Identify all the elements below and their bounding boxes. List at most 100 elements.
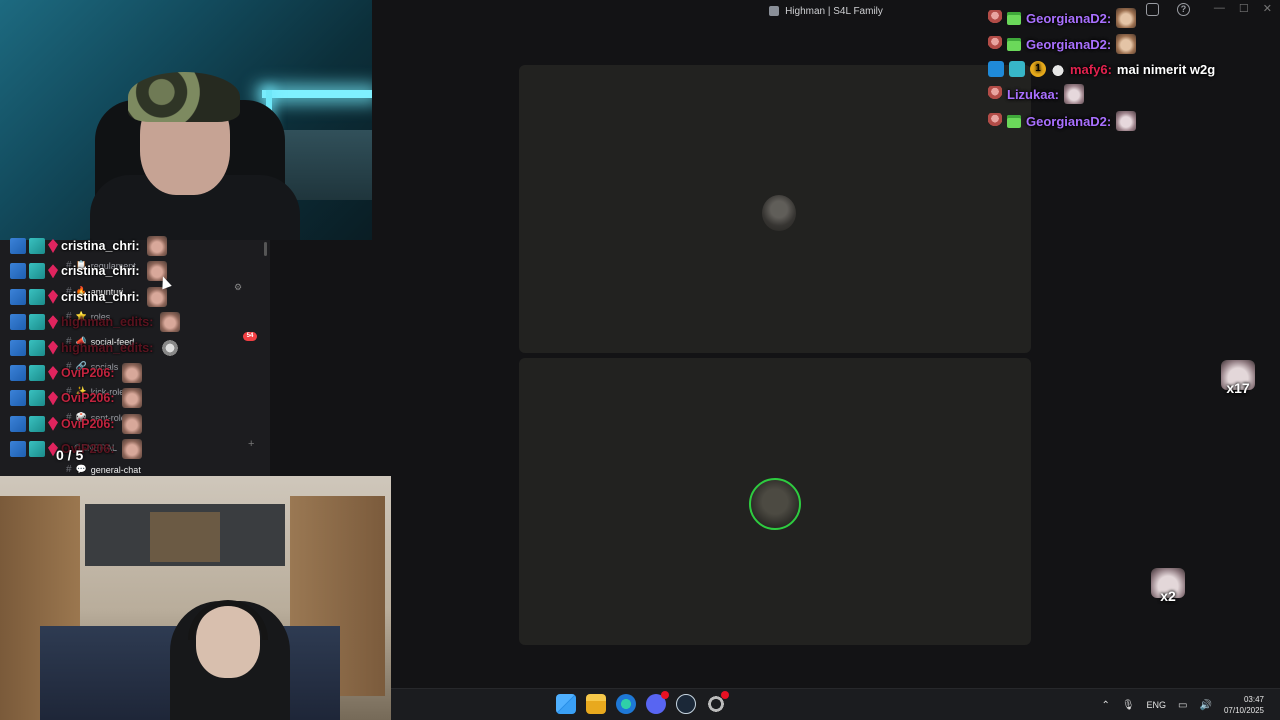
chat-username[interactable]: OviP206: <box>61 366 115 380</box>
prime-badge-icon <box>10 263 26 280</box>
chat-message: OviP206: <box>10 413 142 434</box>
prime-badge-icon <box>10 288 26 305</box>
verified-badge-icon <box>29 390 45 407</box>
app-icon[interactable] <box>706 691 729 714</box>
vip-badge-icon <box>48 264 58 279</box>
user-avatar <box>762 195 796 231</box>
vip-badge-icon <box>48 366 58 380</box>
shelf-items <box>150 512 220 562</box>
title-actions: ? <box>1146 3 1190 16</box>
channel-emoji-icon: 💬 <box>75 464 87 474</box>
emote-icon <box>1116 111 1137 131</box>
chat-username[interactable]: cristina_chri: <box>61 264 140 278</box>
window-controls: — ☐ ✕ <box>1214 2 1272 15</box>
gift-badge-icon <box>1007 114 1021 128</box>
emote-icon <box>121 439 142 460</box>
chat-message: cristina_chri: <box>10 236 167 256</box>
app-icon <box>769 6 780 16</box>
window-titlebar: Highman | S4L Family <box>372 0 1280 22</box>
webcam-streamer-top <box>0 0 372 240</box>
emote-icon <box>1116 8 1137 28</box>
chat-username[interactable]: GeorgianaD2: <box>1026 37 1111 52</box>
voice-tile-1[interactable] <box>519 65 1031 353</box>
scrollbar[interactable] <box>264 242 267 256</box>
start-icon[interactable] <box>556 694 576 714</box>
system-tray: ⌃ 🎙 ENG ▭ 🔊 03:47 07/10/2025 <box>1101 689 1264 720</box>
steam-icon[interactable] <box>676 694 696 714</box>
edge-icon[interactable] <box>616 694 636 714</box>
chat-message: Lizukaa: <box>988 82 1085 106</box>
emote-icon <box>1064 84 1085 104</box>
prime-badge-icon <box>10 238 26 254</box>
chat-username[interactable]: highman_edits: <box>61 341 153 355</box>
led-light <box>262 90 372 98</box>
gift-badge-icon <box>1007 11 1021 25</box>
emote-icon <box>121 388 142 409</box>
emote-icon <box>146 236 167 256</box>
date-text: 07/10/2025 <box>1223 706 1264 715</box>
microphone-icon[interactable]: 🎙 <box>1122 700 1135 711</box>
channel-settings-icon[interactable]: ⚙ <box>234 282 242 293</box>
chat-message: GeorgianaD2: <box>988 32 1137 56</box>
prime-badge-icon <box>988 61 1004 77</box>
vip-badge-icon <box>48 289 58 304</box>
floating-emote: x17 <box>1221 360 1255 396</box>
verified-badge-icon <box>29 365 45 381</box>
prime-badge-icon <box>10 390 26 407</box>
chat-username[interactable]: mafy6: <box>1070 62 1112 77</box>
drop-badge-icon <box>1051 61 1065 77</box>
inbox-icon[interactable] <box>1146 3 1159 16</box>
emote-icon <box>146 286 167 307</box>
emote-icon <box>160 312 181 333</box>
chat-message: GeorgianaD2: <box>988 109 1137 133</box>
prime-badge-icon <box>10 339 26 356</box>
chat-username[interactable]: cristina_chri: <box>61 290 140 304</box>
sub-badge-icon <box>988 36 1002 52</box>
chat-message: cristina_chri: <box>10 261 167 282</box>
floating-emote: x2 <box>1151 568 1185 604</box>
chat-username[interactable]: GeorgianaD2: <box>1026 114 1111 129</box>
voice-tile-2[interactable] <box>519 358 1031 645</box>
chat-username[interactable]: highman_edits: <box>61 315 153 329</box>
maximize-button[interactable]: ☐ <box>1239 2 1249 15</box>
help-icon[interactable]: ? <box>1177 3 1190 16</box>
window-title: Highman | S4L Family <box>785 5 883 17</box>
vip-badge-icon <box>48 239 58 253</box>
chat-message: OviP206: <box>10 363 142 383</box>
close-button[interactable]: ✕ <box>1263 2 1272 15</box>
verified-badge-icon <box>29 339 45 356</box>
emote-multiplier: x2 <box>1160 588 1176 604</box>
network-icon[interactable]: ▭ <box>1178 700 1187 711</box>
chevron-up-icon[interactable]: ⌃ <box>1101 700 1109 711</box>
file-explorer-icon[interactable] <box>586 694 606 714</box>
verified-badge-icon <box>29 263 45 280</box>
gift-badge-icon <box>1007 37 1021 51</box>
verified-badge-icon <box>1009 61 1025 77</box>
chat-username[interactable]: GeorgianaD2: <box>1026 11 1111 26</box>
chat-username[interactable]: cristina_chri: <box>61 239 140 253</box>
verified-badge-icon <box>29 415 45 432</box>
chat-username[interactable]: OviP206: <box>61 417 115 431</box>
camo-cap <box>128 72 240 122</box>
vip-badge-icon <box>48 416 58 431</box>
windows-taskbar: ⌃ 🎙 ENG ▭ 🔊 03:47 07/10/2025 <box>391 688 1280 720</box>
vip-badge-icon <box>48 315 58 330</box>
unread-badge: 54 <box>243 332 257 341</box>
notification-dot <box>721 691 729 699</box>
sub-badge-icon <box>988 113 1002 129</box>
minimize-button[interactable]: — <box>1214 2 1225 15</box>
chat-username[interactable]: OviP206: <box>61 391 115 405</box>
vip-badge-icon <box>48 340 58 355</box>
prime-badge-icon <box>10 365 26 381</box>
prime-badge-icon <box>10 314 26 331</box>
time-text: 03:47 <box>1243 695 1264 704</box>
volume-icon[interactable]: 🔊 <box>1200 700 1212 711</box>
clock[interactable]: 03:47 07/10/2025 <box>1224 694 1264 716</box>
chat-text: mai nimerit w2g <box>1116 61 1216 77</box>
discord-icon[interactable] <box>646 691 669 714</box>
chat-username[interactable]: Lizukaa: <box>1007 87 1059 102</box>
chat-message: OviP206: <box>10 388 142 409</box>
channel-9[interactable]: # 💬 general-chat <box>66 464 141 475</box>
add-channel-icon[interactable]: + <box>248 438 254 450</box>
language-indicator[interactable]: ENG <box>1147 700 1167 710</box>
